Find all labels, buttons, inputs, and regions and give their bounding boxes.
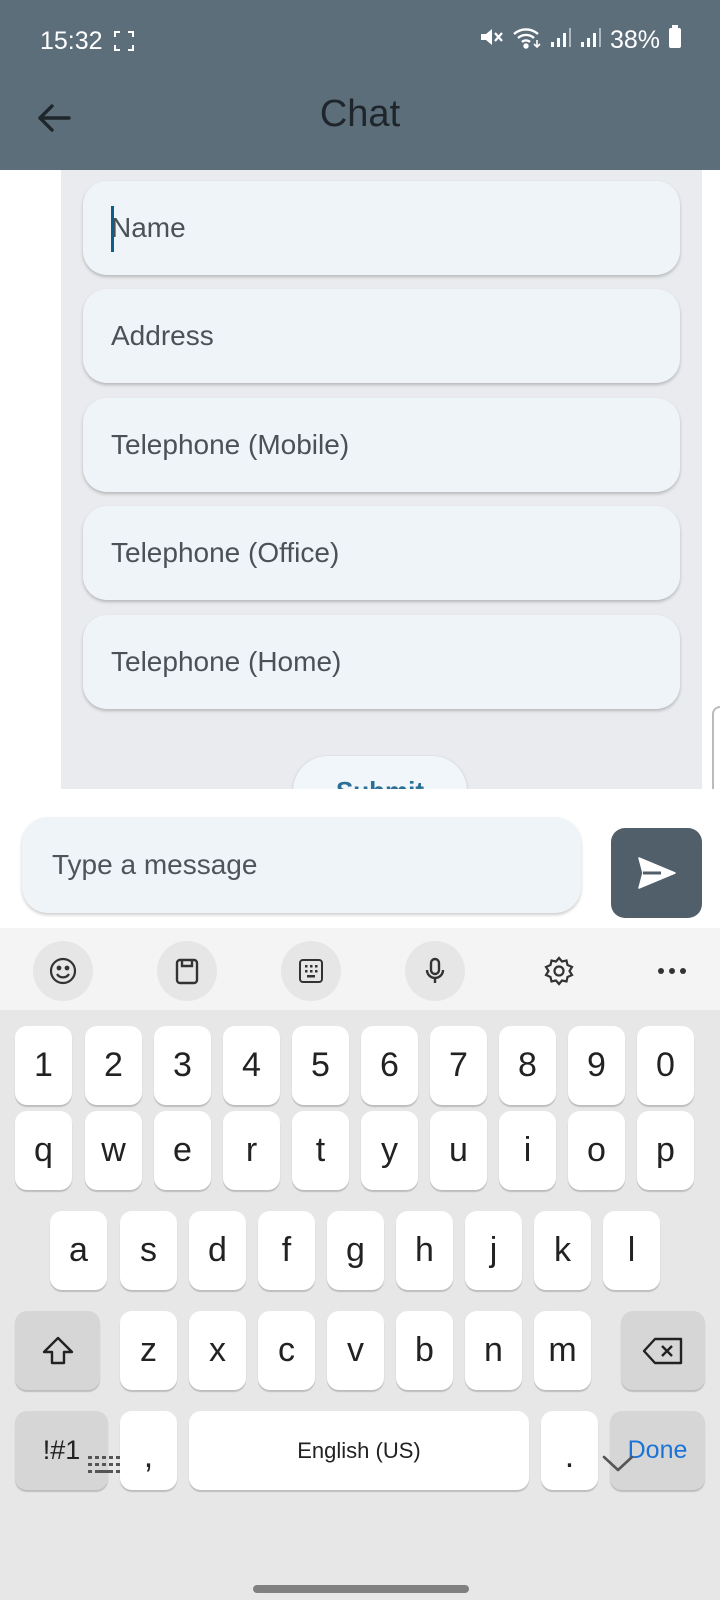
key-s[interactable]: s [120, 1211, 177, 1290]
send-button[interactable] [611, 828, 702, 918]
shift-icon [42, 1336, 73, 1364]
key-x[interactable]: x [189, 1311, 246, 1390]
key-4[interactable]: 4 [223, 1026, 280, 1105]
settings-icon[interactable] [529, 941, 589, 1001]
key-t[interactable]: t [292, 1111, 349, 1190]
period-key[interactable]: . [541, 1411, 598, 1490]
key-r[interactable]: r [223, 1111, 280, 1190]
key-6[interactable]: 6 [361, 1026, 418, 1105]
battery-percent: 38% [609, 26, 660, 54]
telephone-mobile-placeholder: Telephone (Mobile) [111, 429, 350, 460]
key-3[interactable]: 3 [154, 1026, 211, 1105]
message-input-placeholder: Type a message [52, 849, 258, 880]
key-2[interactable]: 2 [85, 1026, 142, 1105]
hide-keyboard-button[interactable] [600, 1451, 636, 1480]
key-w[interactable]: w [85, 1111, 142, 1190]
chevron-down-icon [602, 1455, 634, 1472]
keyboard-switch-icon[interactable] [86, 1454, 124, 1485]
key-i[interactable]: i [499, 1111, 556, 1190]
key-e[interactable]: e [154, 1111, 211, 1190]
key-p[interactable]: p [637, 1111, 694, 1190]
page-title: Chat [319, 93, 401, 135]
status-time: 15:32 [40, 27, 103, 55]
battery-icon [668, 25, 682, 56]
status-bar: 15:32 38% [0, 0, 720, 80]
key-9[interactable]: 9 [568, 1026, 625, 1105]
key-a[interactable]: a [50, 1211, 107, 1290]
microphone-icon[interactable] [405, 941, 465, 1001]
signal-icon [580, 26, 602, 55]
key-7[interactable]: 7 [430, 1026, 487, 1105]
submit-button[interactable]: Submit [293, 756, 467, 789]
key-l[interactable]: l [603, 1211, 660, 1290]
emoji-icon[interactable] [33, 941, 93, 1001]
submit-button-label: Submit [336, 776, 424, 789]
comma-key[interactable]: , [120, 1411, 177, 1490]
key-8[interactable]: 8 [499, 1026, 556, 1105]
name-field-placeholder: Name [111, 212, 186, 243]
key-j[interactable]: j [465, 1211, 522, 1290]
contact-form: Name Address Telephone (Mobile) Telephon… [61, 170, 702, 789]
message-composer: Type a message [0, 789, 720, 929]
telephone-home-placeholder: Telephone (Home) [111, 646, 342, 677]
telephone-home-field[interactable]: Telephone (Home) [83, 615, 680, 709]
key-d[interactable]: d [189, 1211, 246, 1290]
more-icon[interactable] [642, 941, 702, 1001]
name-field[interactable]: Name [83, 181, 680, 275]
send-icon [637, 857, 676, 889]
key-1[interactable]: 1 [15, 1026, 72, 1105]
telephone-office-placeholder: Telephone (Office) [111, 537, 340, 568]
key-o[interactable]: o [568, 1111, 625, 1190]
key-k[interactable]: k [534, 1211, 591, 1290]
key-z[interactable]: z [120, 1311, 177, 1390]
telephone-office-field[interactable]: Telephone (Office) [83, 506, 680, 600]
key-y[interactable]: y [361, 1111, 418, 1190]
keyboard-toolbar [0, 928, 720, 1010]
key-h[interactable]: h [396, 1211, 453, 1290]
key-c[interactable]: c [258, 1311, 315, 1390]
key-5[interactable]: 5 [292, 1026, 349, 1105]
key-b[interactable]: b [396, 1311, 453, 1390]
key-g[interactable]: g [327, 1211, 384, 1290]
screenshot-indicator-icon [113, 30, 135, 52]
address-field[interactable]: Address [83, 289, 680, 383]
home-indicator[interactable] [253, 1585, 469, 1593]
key-m[interactable]: m [534, 1311, 591, 1390]
mute-icon [478, 25, 504, 56]
backspace-icon [642, 1337, 683, 1364]
text-cursor [111, 206, 114, 252]
app-header: 15:32 38% Chat [0, 0, 720, 170]
clipboard-icon[interactable] [157, 941, 217, 1001]
address-field-placeholder: Address [111, 320, 214, 351]
shift-key[interactable] [15, 1311, 100, 1390]
key-0[interactable]: 0 [637, 1026, 694, 1105]
message-input[interactable]: Type a message [22, 817, 581, 913]
key-u[interactable]: u [430, 1111, 487, 1190]
signal-icon [550, 26, 572, 55]
keypad-icon[interactable] [281, 941, 341, 1001]
on-screen-keyboard: 1 2 3 4 5 6 7 8 9 0 q w e r t y u i o p … [0, 928, 720, 1600]
space-key[interactable]: English (US) [189, 1411, 529, 1490]
telephone-mobile-field[interactable]: Telephone (Mobile) [83, 398, 680, 492]
key-v[interactable]: v [327, 1311, 384, 1390]
backspace-key[interactable] [621, 1311, 705, 1390]
key-n[interactable]: n [465, 1311, 522, 1390]
key-q[interactable]: q [15, 1111, 72, 1190]
key-f[interactable]: f [258, 1211, 315, 1290]
wifi-icon [512, 25, 542, 56]
